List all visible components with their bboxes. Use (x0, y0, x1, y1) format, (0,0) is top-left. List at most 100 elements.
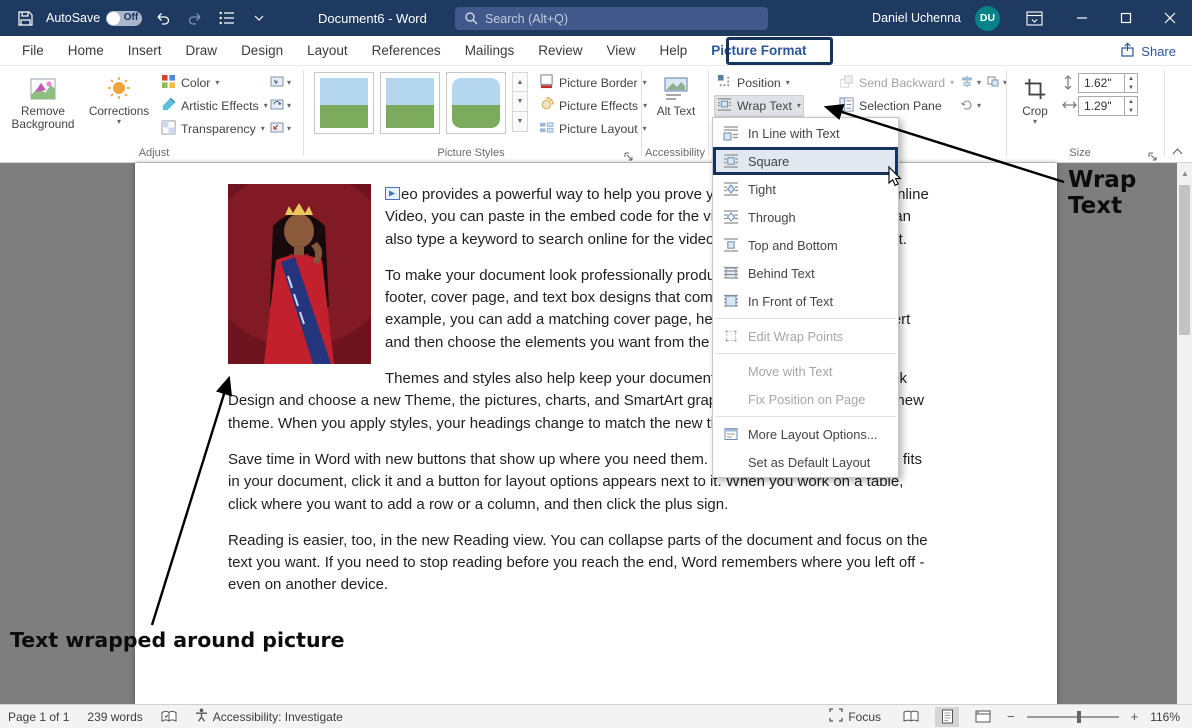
menu-item-tight[interactable]: Tight (713, 175, 898, 203)
zoom-level[interactable]: 116% (1150, 710, 1180, 724)
user-name[interactable]: Daniel Uchenna (872, 11, 961, 25)
focus-button[interactable]: Focus (829, 708, 881, 725)
zoom-in-icon[interactable]: + (1131, 709, 1139, 724)
picture-layout-button[interactable]: Picture Layout ▾ (536, 118, 650, 140)
picture-format-annotation-box (726, 37, 833, 65)
alt-text-button[interactable]: Alt Text (650, 69, 702, 145)
tab-insert[interactable]: Insert (116, 36, 174, 66)
share-button[interactable]: Share (1120, 39, 1176, 63)
shape-height-field[interactable]: 1.62" ▲▼ (1078, 73, 1138, 93)
menu-item-edit-wrap-points[interactable]: Edit Wrap Points (713, 322, 898, 350)
menu-item-more-layout-options[interactable]: More Layout Options... (713, 420, 898, 448)
position-icon (717, 74, 732, 92)
compress-pictures-chevron-icon: ▾ (287, 79, 291, 87)
change-picture-button[interactable]: ▾ (268, 96, 293, 116)
crop-button[interactable]: Crop ▾ (1012, 69, 1058, 145)
align-objects-button[interactable]: ▾ (958, 73, 983, 93)
color-button[interactable]: Color ▾ (158, 72, 222, 94)
menu-item-move-with-text[interactable]: Move with Text (713, 357, 898, 385)
menu-item-fix-position-on-page[interactable]: Fix Position on Page (713, 385, 898, 413)
picture-styles-dialog-launcher-icon[interactable] (624, 150, 633, 164)
selection-pane-button[interactable]: Selection Pane (836, 95, 945, 117)
behind-text-icon (722, 265, 739, 282)
menu-item-top-and-bottom[interactable]: Top and Bottom (713, 231, 898, 259)
gallery-down-icon[interactable]: ▼ (512, 92, 528, 112)
compress-pictures-button[interactable]: ▾ (268, 73, 293, 93)
autosave-toggle[interactable]: AutoSave Off (46, 11, 142, 26)
send-backward-button[interactable]: Send Backward ▾ (836, 72, 957, 94)
ribbon-display-options-icon[interactable] (1016, 0, 1052, 36)
read-mode-button[interactable] (899, 707, 923, 727)
artistic-effects-button[interactable]: Artistic Effects ▾ (158, 95, 271, 117)
menu-item-label: Move with Text (748, 364, 832, 379)
tab-home[interactable]: Home (56, 36, 116, 66)
search-input[interactable] (455, 7, 768, 30)
menu-item-label: In Front of Text (748, 294, 833, 309)
height-stepper[interactable]: ▲▼ (1124, 74, 1137, 92)
tab-references[interactable]: References (360, 36, 453, 66)
accessibility-status[interactable]: Accessibility: Investigate (195, 708, 343, 725)
collapse-ribbon-icon[interactable] (1174, 150, 1181, 157)
ribbon: Remove Background Corrections ▾ Color ▾ … (0, 66, 1192, 163)
menu-item-through[interactable]: Through (713, 203, 898, 231)
transparency-button[interactable]: Transparency ▾ (158, 118, 268, 140)
menu-item-square[interactable]: Square (713, 147, 898, 175)
document-area: eo provides a powerful way to help you p… (0, 163, 1192, 704)
tab-layout[interactable]: Layout (295, 36, 360, 66)
position-button[interactable]: Position ▾ (714, 72, 793, 94)
transparency-chevron-icon: ▾ (261, 125, 265, 133)
minimize-button[interactable] (1060, 0, 1104, 36)
shape-width-value: 1.29" (1084, 99, 1112, 113)
tab-mailings[interactable]: Mailings (453, 36, 527, 66)
zoom-out-icon[interactable]: − (1007, 709, 1015, 724)
undo-icon[interactable] (152, 5, 174, 31)
save-icon[interactable] (14, 5, 36, 31)
autosave-switch[interactable]: Off (106, 11, 142, 26)
toolbar-dropdown-chevron-icon[interactable] (248, 5, 270, 31)
selection-pane-label: Selection Pane (859, 99, 942, 113)
gallery-up-icon[interactable]: ▲ (512, 72, 528, 92)
rotate-objects-button[interactable]: ▾ (958, 96, 983, 116)
tab-help[interactable]: Help (648, 36, 700, 66)
picture-effects-button[interactable]: Picture Effects ▾ (536, 95, 650, 117)
wrap-text-button[interactable]: Wrap Text ▾ (714, 95, 804, 117)
zoom-slider[interactable] (1027, 716, 1119, 718)
video-icon (385, 185, 400, 198)
ribbon-tab-bar: File Home Insert Draw Design Layout Refe… (0, 36, 1192, 66)
close-button[interactable] (1148, 0, 1192, 36)
pageant-photo[interactable] (228, 184, 371, 364)
menu-item-in-front-of-text[interactable]: In Front of Text (713, 287, 898, 315)
width-stepper[interactable]: ▲▼ (1124, 97, 1137, 115)
tab-file[interactable]: File (10, 36, 56, 66)
picture-border-button[interactable]: Picture Border ▾ (536, 72, 650, 94)
picture-style-thumbnail-2[interactable] (380, 72, 440, 134)
document-page[interactable]: eo provides a powerful way to help you p… (135, 163, 1057, 704)
redo-icon[interactable] (184, 5, 206, 31)
page-indicator[interactable]: Page 1 of 1 (8, 710, 69, 724)
picture-styles-gallery-scroll: ▲ ▼ ▼ (512, 72, 528, 132)
remove-background-button[interactable]: Remove Background (10, 69, 76, 145)
size-dialog-launcher-icon[interactable] (1148, 150, 1157, 164)
menu-item-set-as-default-layout[interactable]: Set as Default Layout (713, 448, 898, 476)
picture-style-thumbnail-1[interactable] (314, 72, 374, 134)
word-count[interactable]: 239 words (87, 710, 142, 724)
tab-review[interactable]: Review (526, 36, 594, 66)
reset-picture-button[interactable]: ▾ (268, 119, 293, 139)
tab-draw[interactable]: Draw (174, 36, 230, 66)
tab-view[interactable]: View (594, 36, 647, 66)
picture-style-thumbnail-3[interactable] (446, 72, 506, 134)
menu-item-in-line-with-text[interactable]: In Line with Text (713, 119, 898, 147)
shape-width-field[interactable]: 1.29" ▲▼ (1078, 96, 1138, 116)
print-layout-button[interactable] (935, 707, 959, 727)
proofing-icon[interactable] (161, 710, 177, 724)
gallery-more-icon[interactable]: ▼ (512, 112, 528, 132)
corrections-button[interactable]: Corrections ▾ (92, 69, 146, 145)
zoom-slider-thumb[interactable] (1077, 711, 1081, 723)
maximize-button[interactable] (1104, 0, 1148, 36)
quick-access-list-icon[interactable] (216, 5, 238, 31)
menu-item-behind-text[interactable]: Behind Text (713, 259, 898, 287)
web-layout-button[interactable] (971, 707, 995, 727)
tab-design[interactable]: Design (229, 36, 295, 66)
vertical-scrollbar[interactable]: ▲ (1177, 163, 1192, 704)
avatar[interactable]: DU (975, 6, 1000, 31)
